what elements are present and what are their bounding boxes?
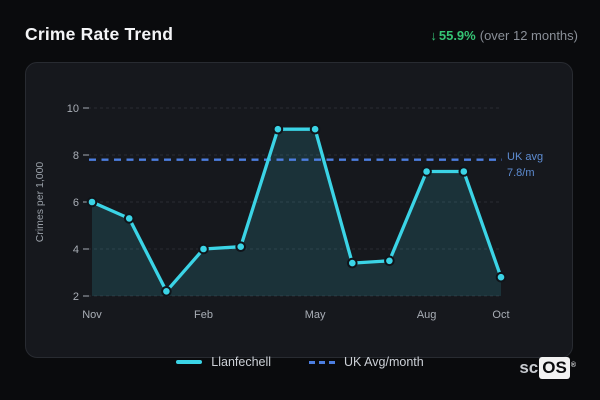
data-point bbox=[421, 166, 432, 177]
change-value: ↓ 55.9% bbox=[430, 28, 475, 43]
logo-box: OS bbox=[539, 357, 570, 379]
series-area-fill bbox=[92, 129, 501, 296]
dashed-swatch-icon bbox=[309, 360, 336, 364]
data-point bbox=[272, 123, 284, 135]
data-point bbox=[384, 255, 395, 267]
x-tick-label: Feb bbox=[194, 309, 213, 321]
data-point bbox=[458, 166, 470, 177]
y-tick-label: 4 bbox=[73, 244, 79, 256]
y-axis-label: Crimes per 1,000 bbox=[34, 162, 46, 243]
legend-item-uk-avg[interactable]: UK Avg/month bbox=[309, 355, 424, 369]
y-tick-label: 10 bbox=[67, 103, 79, 115]
chart-card: 2 4 6 8 10 Crimes per 1,000 Nov Feb May Aug Oct UK … bbox=[25, 62, 573, 358]
data-point bbox=[86, 196, 98, 208]
data-point bbox=[347, 257, 358, 269]
uk-avg-annotation: 7.8/m bbox=[507, 167, 535, 179]
x-tick-label: Aug bbox=[417, 309, 437, 321]
data-point bbox=[309, 123, 321, 135]
down-arrow-icon: ↓ bbox=[430, 28, 437, 43]
data-point bbox=[495, 271, 507, 283]
data-point bbox=[161, 286, 172, 297]
data-point bbox=[198, 243, 209, 255]
x-tick-label: Oct bbox=[492, 309, 509, 321]
uk-avg-annotation: UK avg bbox=[507, 151, 543, 163]
data-point bbox=[123, 213, 135, 224]
legend-label: UK Avg/month bbox=[344, 355, 424, 369]
y-tick-label: 2 bbox=[73, 291, 79, 303]
crime-trend-chart: 2 4 6 8 10 Crimes per 1,000 Nov Feb May Aug Oct UK … bbox=[34, 103, 543, 321]
chart-header: Crime Rate Trend ↓ 55.9% (over 12 months) bbox=[25, 24, 578, 45]
data-point bbox=[235, 241, 246, 252]
change-caption: (over 12 months) bbox=[479, 28, 578, 43]
logo-prefix: sc bbox=[519, 358, 539, 377]
change-percent: 55.9% bbox=[438, 28, 476, 43]
page-title: Crime Rate Trend bbox=[25, 24, 174, 44]
legend-label: Llanfechell bbox=[211, 355, 272, 369]
x-tick-label: Nov bbox=[82, 309, 102, 321]
page-root: { "header": { "title": "Crime Rate Trend… bbox=[0, 0, 600, 400]
legend-item-llanfechell[interactable]: Llanfechell bbox=[176, 355, 271, 369]
y-tick-label: 6 bbox=[73, 197, 79, 209]
x-tick-label: May bbox=[305, 309, 326, 321]
line-swatch-icon bbox=[176, 360, 203, 364]
scos-logo: sc OS ® bbox=[519, 357, 576, 379]
change-stat: ↓ 55.9% (over 12 months) bbox=[430, 28, 578, 43]
chart-legend: Llanfechell UK Avg/month bbox=[0, 353, 600, 371]
registered-mark: ® bbox=[570, 362, 576, 369]
y-tick-label: 8 bbox=[73, 150, 79, 162]
